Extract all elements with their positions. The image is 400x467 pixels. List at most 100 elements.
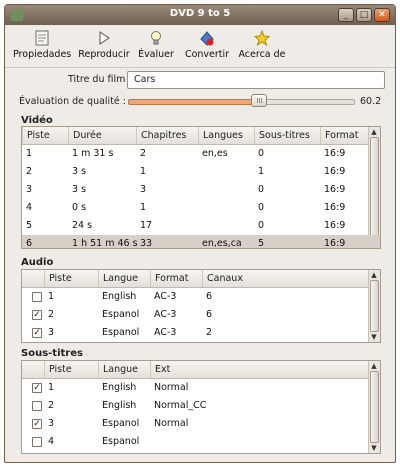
table-cell: 3 [140,184,147,195]
app-window: DVD 9 to 5 _ □ ✕ Propiedades Reproducir … [4,4,396,463]
video-table-header: Piste Durée Chapitres Langues Sous-titres For… [22,127,380,145]
table-cell: Normal [154,418,189,429]
column-header[interactable]: Ext [150,361,370,378]
toolbar-play-button[interactable]: Reproducir [78,29,130,60]
subtitles-table: Piste Langue Ext ▲ ▼ ✓ 1 English Normal 2 Engli… [21,360,381,454]
table-cell: 2 [26,166,33,177]
column-header[interactable]: Piste [44,270,98,287]
toolbar-about-button[interactable]: Acerca de [237,29,287,60]
table-row[interactable]: 2 3 s 1 1 16:9 [22,163,380,181]
table-cell: 1 [140,202,147,213]
column-header[interactable]: Canaux [202,270,370,287]
toolbar-label: Évaluer [138,49,174,60]
checkbox-checked[interactable]: ✓ [32,419,42,429]
toolbar-label: Convertir [184,49,230,60]
table-row[interactable]: 4 0 s 1 0 16:9 [22,199,380,217]
table-cell: 2 [140,148,147,159]
table-cell: 1 [140,166,147,177]
table-row[interactable]: 2 English Normal_CC [22,397,380,415]
table-cell: AC-3 [154,327,177,338]
table-row[interactable]: 6 1 h 51 m 46 s 33 en,es,ca 5 16:9 [22,235,380,249]
column-header[interactable]: Piste [22,127,68,144]
column-header[interactable]: Sous-titres [254,127,320,144]
toolbar-properties-button[interactable]: Propiedades [13,29,71,60]
column-header[interactable]: Piste [44,361,98,378]
table-cell: 1 [48,291,55,302]
table-row[interactable]: 5 24 s 17 0 16:9 [22,217,380,235]
table-cell: 1 [26,148,33,159]
table-cell: 0 [258,148,265,159]
title-bar[interactable]: DVD 9 to 5 _ □ ✕ [5,5,395,25]
table-cell: 0 [258,220,265,231]
table-cell: 2 [48,309,55,320]
checkbox-checked[interactable]: ✓ [32,383,42,393]
table-cell: 3 [48,418,55,429]
table-cell: 3 s [72,184,87,195]
table-cell: 1 m 31 s [72,148,114,159]
table-cell: 1 [48,382,55,393]
table-cell: 24 s [72,220,93,231]
table-cell: English [102,400,137,411]
column-header[interactable]: Durée [68,127,136,144]
checkbox-unchecked[interactable] [32,401,42,411]
table-cell: 3 [26,184,33,195]
checkbox-checked[interactable]: ✓ [32,310,42,320]
scroll-up-arrow-icon[interactable]: ▲ [369,270,379,280]
checkbox-unchecked[interactable] [32,292,42,302]
scroll-up-arrow-icon[interactable]: ▲ [369,361,379,371]
table-row[interactable]: ✓ 1 English Normal [22,379,380,397]
table-cell: 2 [48,400,55,411]
table-cell: 6 [206,291,213,302]
quality-slider-track[interactable] [259,99,355,105]
subtitles-table-header: Piste Langue Ext [22,361,380,379]
properties-icon [35,30,49,46]
close-button[interactable]: ✕ [374,8,390,22]
table-cell: 6 [206,309,213,320]
table-row[interactable]: ✓ 3 Espanol Normal [22,415,380,433]
table-cell: en,es [202,148,228,159]
table-cell: AC-3 [154,309,177,320]
toolbar: Propiedades Reproducir Évaluer Convertir… [5,25,395,68]
table-row[interactable]: ✓ 2 Espanol AC-3 6 [22,306,380,324]
table-cell: 2 [206,327,213,338]
table-cell: Espanol [102,327,140,338]
column-header[interactable]: Langue [98,361,150,378]
table-cell: 1 [258,166,265,177]
table-cell: 17 [140,220,153,231]
table-cell: en,es,ca [202,238,242,249]
table-cell: 0 [258,202,265,213]
about-star-icon [253,29,271,47]
audio-table: Piste Langue Format Canaux ▲ ▼ 1 English AC-3… [21,269,381,343]
subtitles-section-title: Sous-titres [21,348,83,359]
column-header[interactable]: Format [320,127,370,144]
table-row[interactable]: 1 1 m 31 s 2 en,es 0 16:9 [22,145,380,163]
toolbar-convert-button[interactable]: Convertir [183,29,231,60]
column-header[interactable]: Langues [198,127,254,144]
table-row[interactable]: 4 Espanol [22,433,380,451]
column-header[interactable]: Format [150,270,202,287]
table-cell: 1 h 51 m 46 s [72,238,138,249]
table-cell: 3 [48,327,55,338]
scroll-up-arrow-icon[interactable]: ▲ [369,127,379,137]
table-cell: Espanol [102,418,140,429]
column-header[interactable]: Langue [98,270,150,287]
checkbox-unchecked[interactable] [32,437,42,447]
table-cell: Normal_CC [154,400,207,411]
table-cell: 16:9 [324,220,346,231]
minimize-button[interactable]: _ [338,8,354,22]
toolbar-label: Propiedades [13,49,72,60]
movie-title-input[interactable]: Cars [127,71,385,89]
table-cell: 16:9 [324,202,346,213]
table-row[interactable]: ✓ 3 Espanol AC-3 2 [22,324,380,342]
video-section-title: Vidéo [21,115,53,126]
table-row[interactable]: 1 English AC-3 6 [22,288,380,306]
toolbar-evaluate-button[interactable]: Évaluer [135,29,177,60]
movie-title-label: Titre du film : [68,74,132,85]
checkbox-checked[interactable]: ✓ [32,328,42,338]
quality-slider-handle[interactable] [251,94,267,107]
column-header[interactable]: Chapitres [136,127,198,144]
maximize-button[interactable]: □ [356,8,372,22]
table-row[interactable]: 3 3 s 3 0 16:9 [22,181,380,199]
table-cell: 16:9 [324,148,346,159]
audio-section-title: Audio [21,257,54,268]
